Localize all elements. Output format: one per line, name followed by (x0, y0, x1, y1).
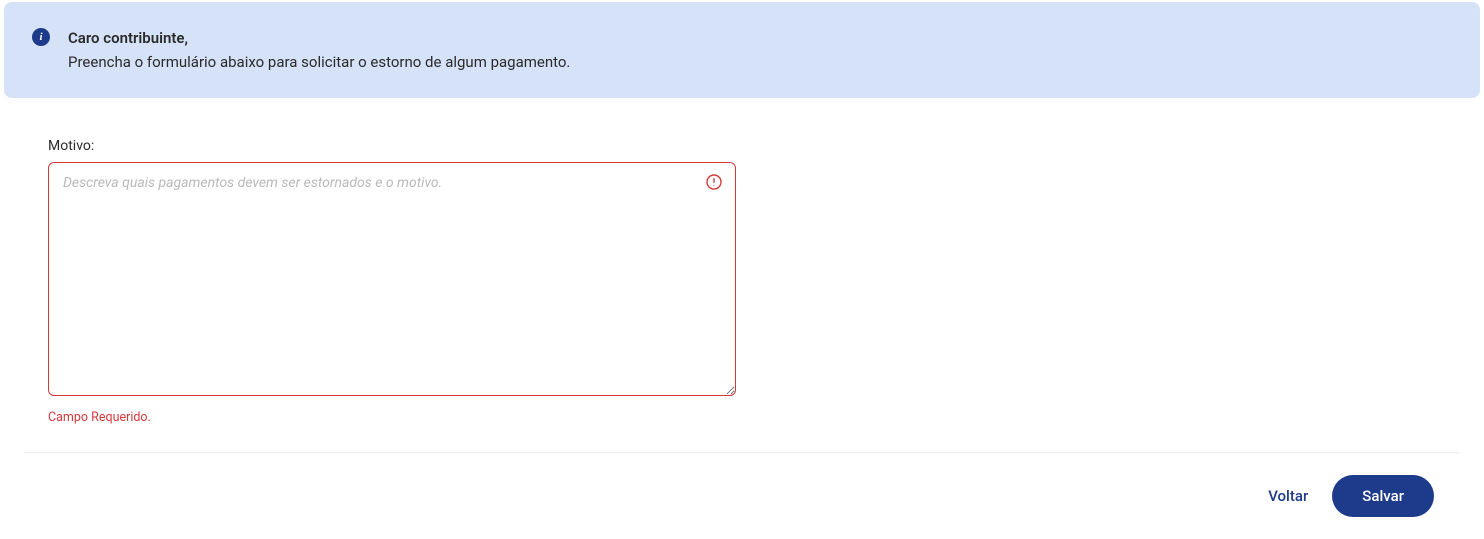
motivo-label: Motivo: (48, 138, 736, 154)
motivo-textarea-wrapper (48, 162, 736, 400)
alert-title: Caro contribuinte, (68, 29, 188, 47)
save-button[interactable]: Salvar (1332, 475, 1434, 517)
motivo-error-message: Campo Requerido. (48, 410, 736, 425)
form-area: Motivo: Campo Requerido. (0, 98, 1484, 452)
info-icon: i (32, 28, 50, 46)
action-bar: Voltar Salvar (0, 453, 1484, 539)
motivo-textarea[interactable] (48, 162, 736, 396)
alert-body: Preencha o formulário abaixo para solici… (68, 53, 570, 71)
info-alert: i Caro contribuinte, Preencha o formulár… (4, 2, 1480, 98)
motivo-field-wrapper: Motivo: Campo Requerido. (48, 138, 736, 425)
alert-text: Caro contribuinte, Preencha o formulário… (68, 26, 570, 74)
back-button[interactable]: Voltar (1268, 487, 1308, 505)
